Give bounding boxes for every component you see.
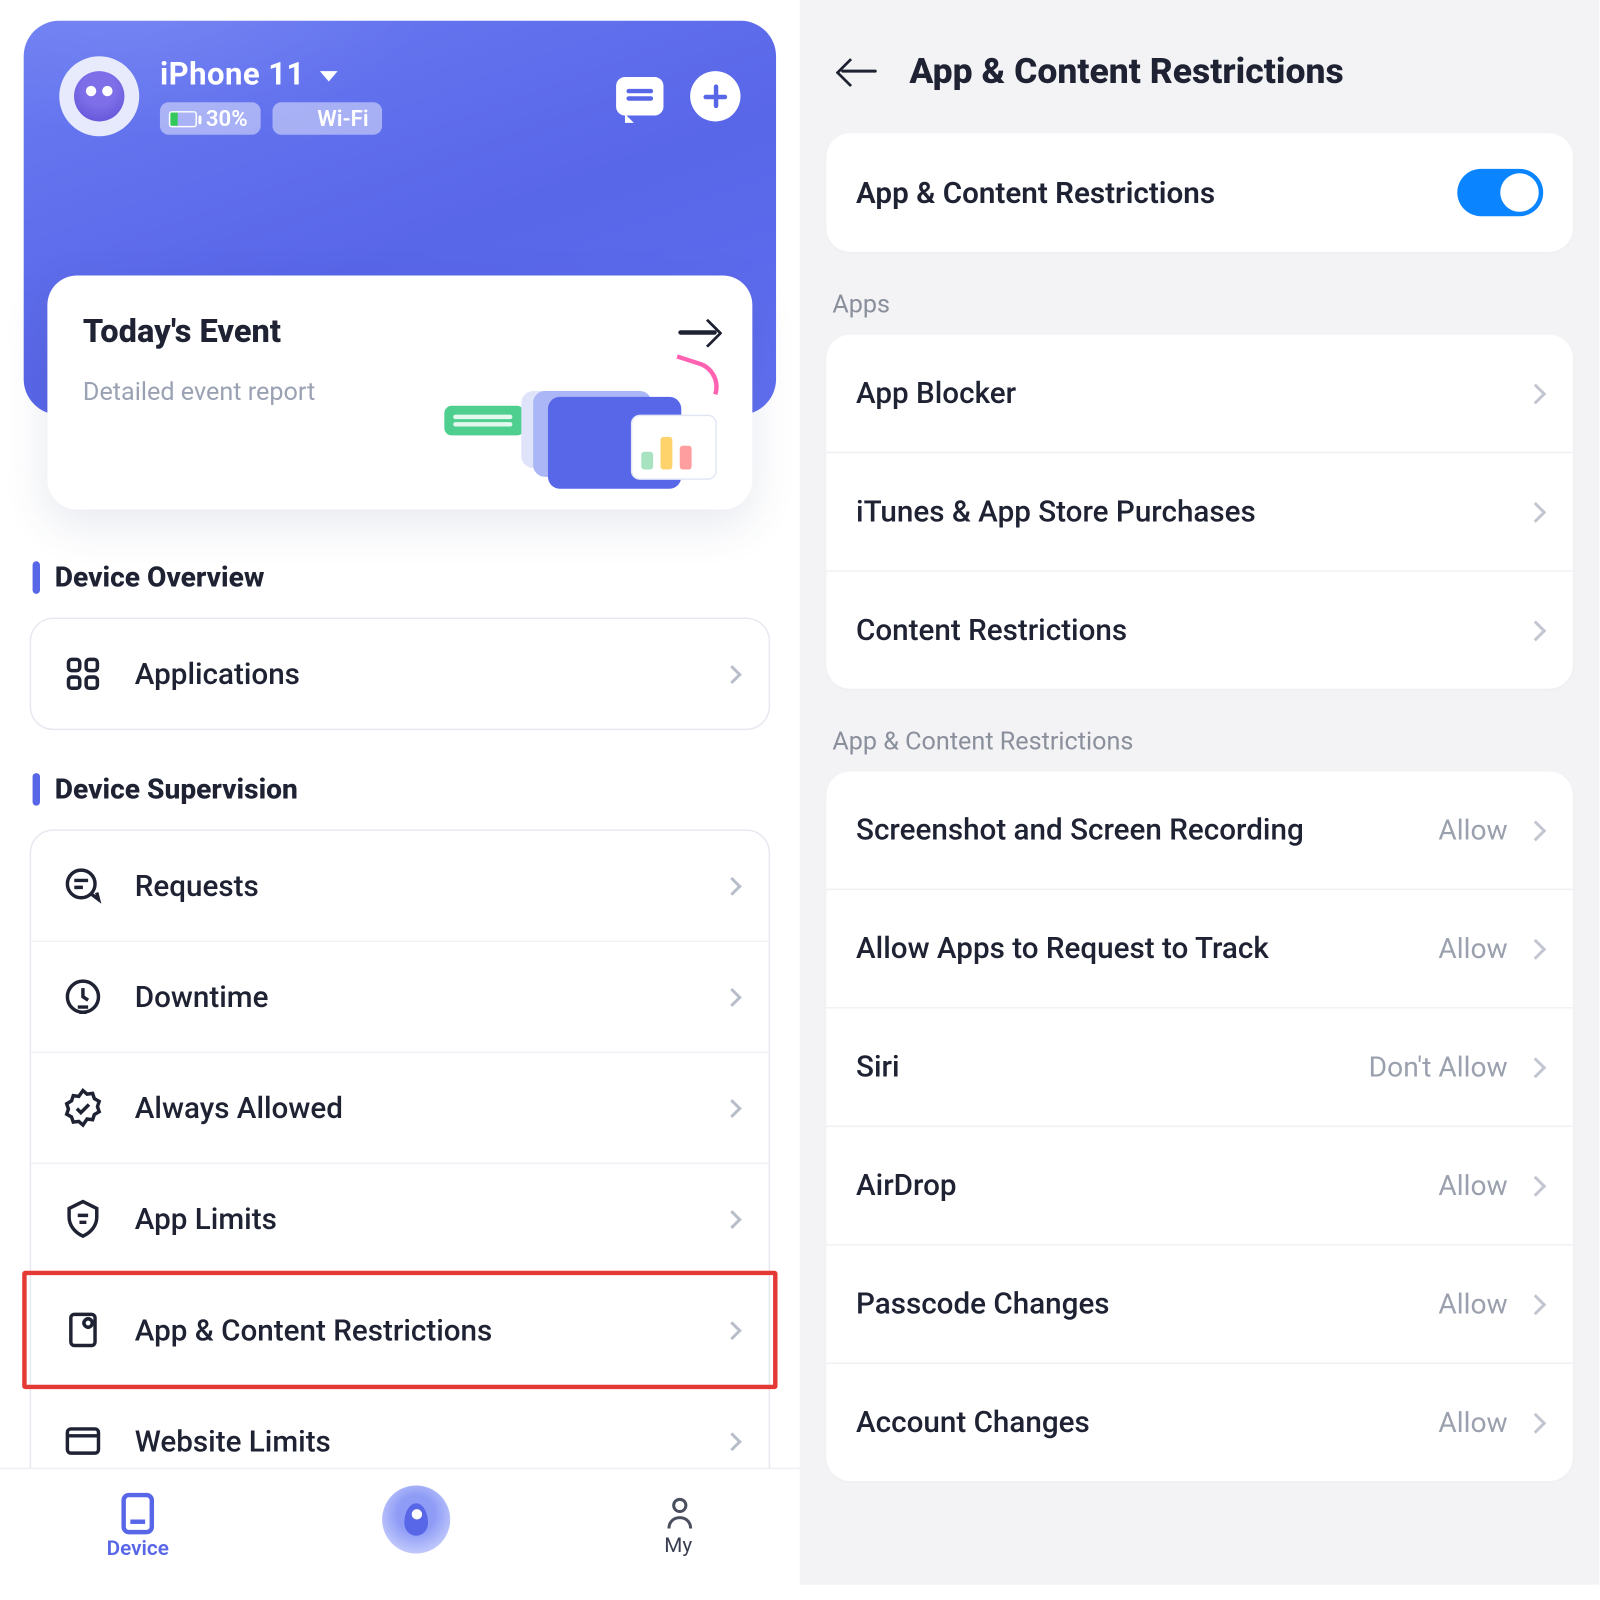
bottom-tabbar: Device My	[0, 1469, 800, 1585]
website-limits-icon	[61, 1419, 105, 1463]
app-limits-row[interactable]: App Limits	[31, 1163, 769, 1274]
airdrop-row[interactable]: AirDrop Allow	[826, 1126, 1572, 1244]
apps-grid-icon	[61, 652, 105, 696]
screenshot-recording-row[interactable]: Screenshot and Screen Recording Allow	[826, 772, 1572, 889]
chevron-right-icon	[723, 987, 742, 1006]
section-device-supervision: Device Supervision	[33, 772, 771, 806]
wifi-icon	[282, 109, 309, 128]
applications-row[interactable]: Applications	[31, 619, 769, 729]
content-restrictions-row[interactable]: Content Restrictions	[826, 570, 1572, 688]
chevron-right-icon	[1525, 938, 1546, 959]
downtime-row[interactable]: Downtime	[31, 940, 769, 1051]
downtime-icon	[61, 974, 105, 1018]
passcode-changes-row[interactable]: Passcode Changes Allow	[826, 1244, 1572, 1362]
chevron-right-icon	[723, 664, 742, 683]
status-value: Allow	[1438, 1405, 1507, 1439]
applications-label: Applications	[135, 656, 696, 692]
account-changes-row[interactable]: Account Changes Allow	[826, 1363, 1572, 1481]
tab-device[interactable]: Device	[107, 1493, 169, 1561]
always-allowed-icon	[61, 1086, 105, 1130]
chevron-right-icon	[1525, 620, 1546, 641]
back-button[interactable]	[841, 69, 877, 73]
chevron-right-icon	[723, 876, 742, 895]
requests-row[interactable]: Requests	[31, 831, 769, 941]
status-value: Allow	[1438, 813, 1507, 847]
section-restrictions: App & Content Restrictions	[832, 727, 1567, 757]
master-toggle-row[interactable]: App & Content Restrictions	[826, 133, 1572, 251]
status-value: Allow	[1438, 932, 1507, 966]
tab-location[interactable]	[382, 1500, 450, 1553]
chevron-right-icon	[723, 1432, 742, 1451]
battery-icon	[169, 110, 197, 126]
chevron-right-icon	[1525, 383, 1546, 404]
section-device-overview: Device Overview	[33, 560, 771, 594]
arrow-right-icon	[678, 331, 717, 335]
chevron-right-icon	[1525, 820, 1546, 841]
page-title: App & Content Restrictions	[909, 50, 1343, 91]
device-dashboard-screen: iPhone 11 30% Wi-Fi	[0, 0, 800, 1585]
chevron-right-icon	[1525, 1057, 1546, 1078]
chevron-right-icon	[1525, 501, 1546, 522]
app-blocker-row[interactable]: App Blocker	[826, 335, 1572, 452]
app-limits-icon	[61, 1197, 105, 1241]
siri-row[interactable]: Siri Don't Allow	[826, 1007, 1572, 1125]
always-allowed-row[interactable]: Always Allowed	[31, 1052, 769, 1163]
chevron-right-icon	[1525, 1175, 1546, 1196]
status-value: Allow	[1438, 1169, 1507, 1203]
restrictions-screen: App & Content Restrictions App & Content…	[800, 0, 1600, 1585]
chevron-right-icon	[1525, 1412, 1546, 1433]
status-value: Don't Allow	[1369, 1050, 1508, 1084]
tab-my[interactable]: My	[663, 1496, 693, 1558]
profile-icon	[663, 1496, 693, 1532]
section-apps: Apps	[832, 290, 1567, 320]
status-value: Allow	[1438, 1287, 1507, 1321]
itunes-purchases-row[interactable]: iTunes & App Store Purchases	[826, 452, 1572, 570]
chevron-right-icon	[1525, 1294, 1546, 1315]
messages-button[interactable]	[616, 77, 663, 116]
add-device-button[interactable]	[690, 71, 740, 121]
device-icon	[121, 1493, 154, 1534]
master-toggle-label: App & Content Restrictions	[856, 175, 1215, 211]
hero-banner: iPhone 11 30% Wi-Fi	[24, 21, 776, 415]
chevron-right-icon	[723, 1209, 742, 1228]
restrictions-icon	[61, 1308, 105, 1352]
chevron-right-icon	[723, 1321, 742, 1340]
app-content-restrictions-row[interactable]: App & Content Restrictions	[31, 1274, 769, 1385]
todays-event-card[interactable]: Today's Event Detailed event report	[47, 275, 752, 509]
toggle-switch-on[interactable]	[1457, 169, 1543, 216]
event-title: Today's Event	[83, 314, 281, 351]
requests-icon	[61, 863, 105, 907]
chevron-right-icon	[723, 1098, 742, 1117]
event-illustration	[444, 364, 725, 500]
location-icon	[382, 1485, 450, 1553]
request-track-row[interactable]: Allow Apps to Request to Track Allow	[826, 889, 1572, 1007]
